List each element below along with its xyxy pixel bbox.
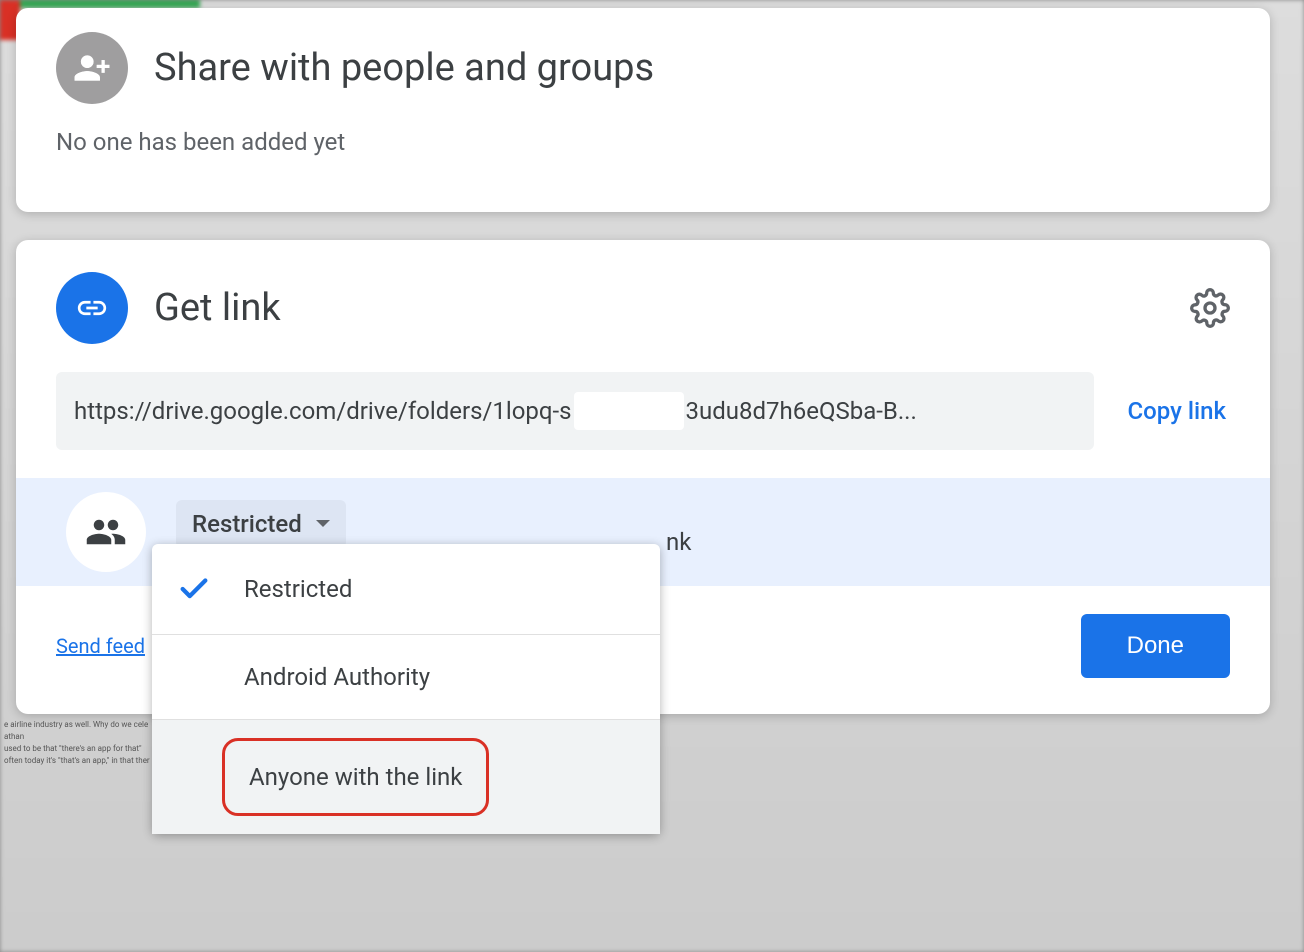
link-icon	[56, 272, 128, 344]
send-feedback-link[interactable]: Send feed	[56, 634, 145, 658]
access-dropdown-menu: Restricted Android Authority Anyone with…	[152, 544, 660, 834]
access-selected-label: Restricted	[192, 510, 302, 538]
menu-item-label: Anyone with the link	[249, 763, 462, 791]
share-card: Share with people and groups No one has …	[16, 8, 1270, 212]
share-url[interactable]: https://drive.google.com/drive/folders/1…	[56, 372, 1094, 450]
bg-text: athan	[4, 732, 24, 742]
menu-item-label: Android Authority	[244, 663, 430, 691]
share-title[interactable]: Share with people and groups	[154, 46, 654, 90]
highlight-annotation: Anyone with the link	[222, 738, 489, 816]
menu-item-anyone-link[interactable]: Anyone with the link	[152, 720, 660, 834]
bg-text: used to be that "there's an app for that…	[4, 744, 142, 754]
get-link-title: Get link	[154, 286, 1164, 330]
person-add-icon	[56, 32, 128, 104]
url-row: https://drive.google.com/drive/folders/1…	[16, 372, 1270, 450]
link-header: Get link	[16, 272, 1270, 344]
share-subtitle: No one has been added yet	[56, 128, 1230, 156]
people-icon	[66, 492, 146, 572]
done-button[interactable]: Done	[1081, 614, 1230, 678]
bg-cell	[20, 0, 200, 8]
share-header: Share with people and groups	[56, 32, 1230, 104]
menu-item-restricted[interactable]: Restricted	[152, 544, 660, 635]
check-icon	[174, 572, 214, 606]
menu-item-label: Restricted	[244, 575, 352, 603]
copy-link-button[interactable]: Copy link	[1124, 389, 1230, 433]
url-redacted	[574, 392, 684, 430]
bg-text: often today it's "that's an app," in tha…	[4, 756, 150, 766]
bg-text: e airline industry as well. Why do we ce…	[4, 720, 148, 730]
url-part2: 3udu8d7h6eQSba-B...	[686, 397, 917, 425]
menu-item-android-authority[interactable]: Android Authority	[152, 635, 660, 720]
chevron-down-icon	[316, 520, 330, 527]
url-part1: https://drive.google.com/drive/folders/1…	[74, 397, 572, 425]
partial-text: nk	[666, 528, 691, 556]
access-dropdown-button[interactable]: Restricted	[176, 500, 346, 548]
settings-icon[interactable]	[1190, 288, 1230, 328]
